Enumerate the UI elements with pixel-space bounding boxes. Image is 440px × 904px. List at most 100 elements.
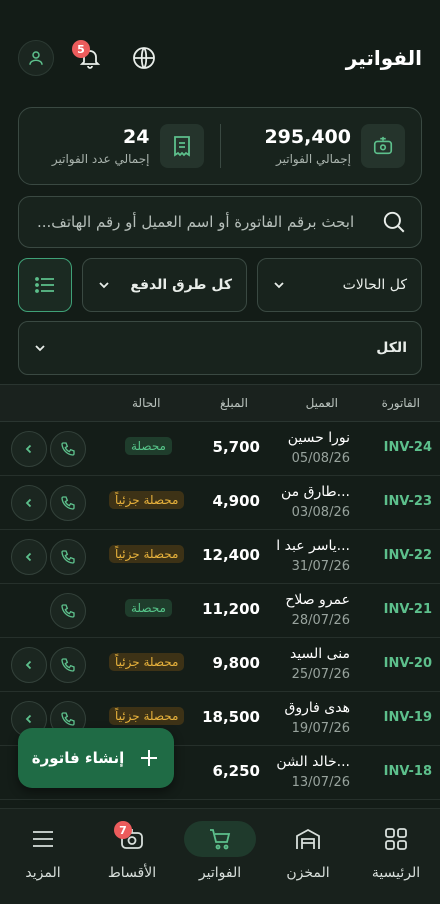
chevron-left-icon	[25, 714, 32, 724]
filter-list-button[interactable]	[18, 258, 72, 312]
invoice-number: INV-22	[383, 548, 432, 563]
create-invoice-button[interactable]: إنشاء فاتورة	[18, 728, 174, 788]
invoice-date: 19/07/26	[291, 721, 350, 736]
invoice-date: 31/07/26	[291, 559, 350, 574]
invoice-amount: 5,700	[212, 438, 260, 456]
status-badge: محصلة جزئياً	[109, 545, 185, 563]
search-placeholder: ابحث برقم الفاتورة أو اسم العميل أو رقم …	[37, 213, 355, 231]
language-button[interactable]	[126, 40, 162, 76]
invoice-amount: 11,200	[202, 600, 260, 618]
invoice-amount: 18,500	[202, 708, 260, 726]
call-button[interactable]	[50, 431, 86, 467]
page-title: الفواتير	[345, 46, 422, 70]
invoice-total-value: 295,400	[264, 126, 351, 148]
invoice-total-label: إجمالي الفواتير	[276, 152, 351, 166]
stats-card: 24 إجمالي عدد الفواتير 295,400 إجمالي ال…	[18, 107, 422, 185]
client-cell: طارق من... 03/08/26	[281, 484, 350, 520]
header-invoice: الفاتورة	[381, 396, 420, 410]
chevron-left-icon	[25, 660, 32, 670]
client-name: هدى فاروق	[284, 700, 350, 716]
list-icon	[35, 277, 54, 293]
invoice-number: INV-24	[383, 440, 432, 455]
client-name: ياسر عبد ا...	[276, 538, 350, 554]
invoice-amount: 9,800	[212, 654, 260, 672]
table-row[interactable]: INV-22 ياسر عبد ا... 31/07/26 12,400 محص…	[0, 530, 440, 584]
phone-icon	[61, 658, 75, 672]
search-icon	[383, 211, 405, 233]
invoice-number: INV-23	[383, 494, 432, 509]
notification-badge: 5	[72, 40, 90, 58]
warehouse-icon	[296, 828, 320, 849]
app-bar: 5 الفواتير	[0, 28, 440, 88]
invoice-amount: 6,250	[212, 762, 260, 780]
nav-label-warehouse: المخزن	[286, 865, 330, 881]
client-cell: هدى فاروق 19/07/26	[285, 700, 350, 736]
payment-method-label: كل طرق الدفع	[130, 277, 232, 293]
table-row[interactable]: INV-20 منى السيد 25/07/26 9,800 محصلة جز…	[0, 638, 440, 692]
table-row[interactable]: INV-24 نورا حسين 05/08/26 5,700 محصلة	[0, 422, 440, 476]
nav-item-warehouse[interactable]: المخزن	[268, 821, 348, 881]
stat-invoice-total: 295,400 إجمالي الفواتير	[221, 124, 422, 168]
status-label: كل الحالات	[342, 277, 407, 293]
header-status: الحالة	[132, 396, 161, 410]
nav-item-home[interactable]: الرئيسية	[356, 821, 436, 881]
status-badge: محصلة جزئياً	[109, 707, 185, 725]
call-button[interactable]	[50, 647, 86, 683]
nav-label-invoices: الفواتير	[198, 865, 242, 881]
client-name: منى السيد	[289, 646, 350, 662]
profile-button[interactable]	[18, 40, 54, 76]
invoice-date: 13/07/26	[291, 775, 350, 790]
phone-icon	[61, 496, 75, 510]
cart-icon	[210, 829, 231, 850]
phone-icon	[61, 550, 75, 564]
bottom-navigation: المزيد 7 الأقساط الفواتير المخزن الرئيسي…	[0, 808, 440, 904]
invoice-number: INV-18	[383, 764, 432, 779]
nav-item-more[interactable]: المزيد	[3, 821, 83, 881]
header-client: العميل	[305, 396, 338, 410]
call-button[interactable]	[50, 539, 86, 575]
table-row[interactable]: INV-23 طارق من... 03/08/26 4,900 محصلة ج…	[0, 476, 440, 530]
chevron-down-icon	[99, 282, 109, 289]
call-button[interactable]	[50, 593, 86, 629]
chevron-left-icon	[25, 498, 32, 508]
search-input[interactable]: ابحث برقم الفاتورة أو اسم العميل أو رقم …	[18, 196, 422, 248]
payment-method-dropdown[interactable]: كل طرق الدفع	[82, 258, 247, 312]
nav-label-installments: الأقساط	[107, 865, 157, 881]
phone-icon	[61, 712, 75, 726]
app-bar-actions: 5	[18, 40, 162, 76]
invoice-count-label: إجمالي عدد الفواتير	[51, 152, 150, 166]
grid-icon	[385, 828, 407, 850]
menu-icon	[33, 831, 53, 847]
invoice-number: INV-20	[383, 656, 432, 671]
invoice-date: 03/08/26	[291, 505, 350, 520]
open-invoice-button[interactable]	[11, 539, 47, 575]
chevron-left-icon	[25, 552, 32, 562]
notifications-button[interactable]: 5	[72, 40, 108, 76]
nav-item-invoices[interactable]: الفواتير	[180, 821, 260, 881]
call-button[interactable]	[50, 485, 86, 521]
invoice-number: INV-19	[383, 710, 432, 725]
client-cell: عمرو صلاح 28/07/26	[285, 592, 350, 628]
invoice-amount: 12,400	[202, 546, 260, 564]
nav-label-more: المزيد	[25, 865, 61, 881]
nav-label-home: الرئيسية	[371, 865, 421, 881]
money-icon	[361, 124, 405, 168]
create-invoice-label: إنشاء فاتورة	[31, 749, 125, 767]
plus-icon	[141, 750, 158, 766]
user-icon	[29, 51, 43, 65]
client-cell: منى السيد 25/07/26	[290, 646, 350, 682]
nav-item-installments[interactable]: 7 الأقساط	[92, 821, 172, 881]
period-label: الكل	[376, 340, 407, 356]
table-row[interactable]: INV-21 عمرو صلاح 28/07/26 11,200 محصلة	[0, 584, 440, 638]
invoice-amount: 4,900	[212, 492, 260, 510]
open-invoice-button[interactable]	[11, 485, 47, 521]
open-invoice-button[interactable]	[11, 647, 47, 683]
installments-badge: 7	[114, 821, 132, 839]
open-invoice-button[interactable]	[11, 431, 47, 467]
invoice-date: 05/08/26	[291, 451, 350, 466]
status-dropdown[interactable]: كل الحالات	[257, 258, 422, 312]
period-dropdown[interactable]: الكل	[18, 321, 422, 375]
phone-icon	[61, 442, 75, 456]
status-badge: محصلة جزئياً	[109, 491, 185, 509]
globe-icon	[133, 47, 155, 69]
